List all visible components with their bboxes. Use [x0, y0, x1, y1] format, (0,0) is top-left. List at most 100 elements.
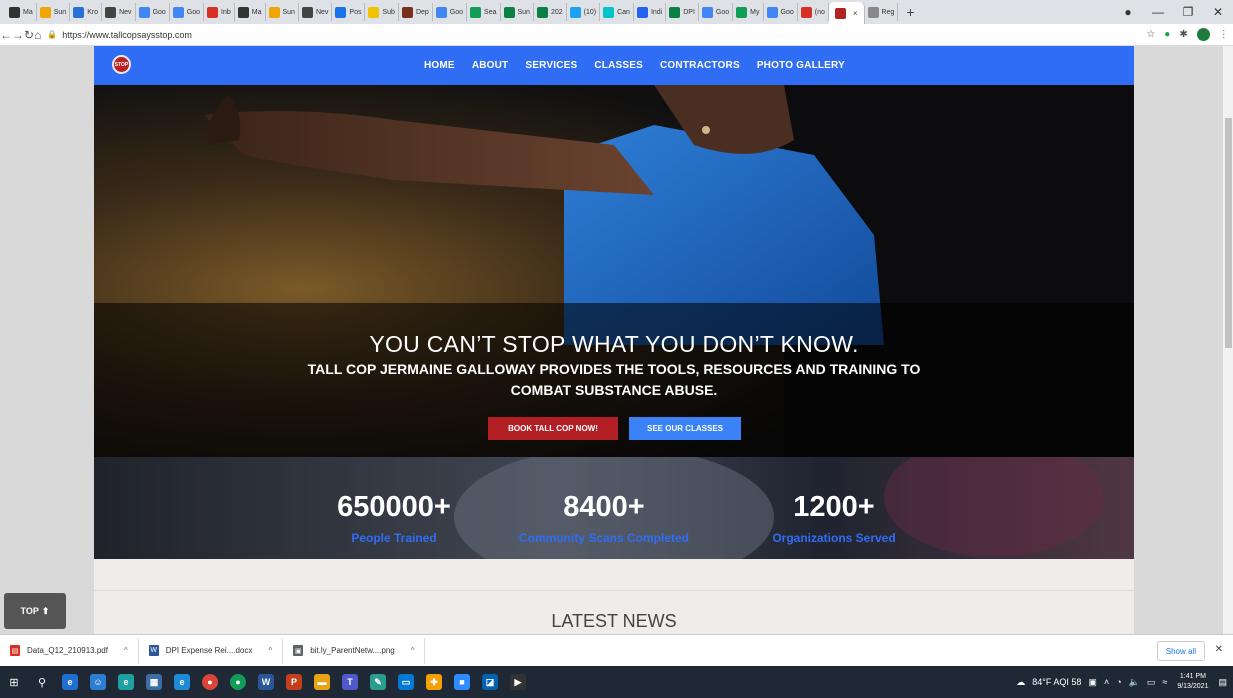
scrollbar-thumb[interactable]: [1225, 118, 1232, 348]
browser-tab-6[interactable]: Inb: [204, 3, 235, 21]
teams-icon[interactable]: T: [336, 668, 364, 696]
close-tab-icon[interactable]: ×: [853, 9, 858, 18]
nav-item-contractors[interactable]: CONTRACTORS: [660, 60, 740, 71]
browser-tab-20[interactable]: DPI: [666, 3, 699, 21]
browser-tab-12[interactable]: Dep: [399, 3, 433, 21]
browser-tab-23[interactable]: Goo: [764, 3, 798, 21]
browser-tab-18[interactable]: Can: [600, 3, 634, 21]
news-icon: [105, 6, 117, 18]
browser-tab-14[interactable]: Sea: [467, 3, 501, 21]
browser-tab-1[interactable]: Sun: [37, 3, 71, 21]
profile-avatar[interactable]: T: [1196, 28, 1210, 41]
pdf-icon: ▤: [10, 645, 20, 656]
browser-tab-9[interactable]: Nev: [299, 3, 333, 21]
chevron-up-icon[interactable]: ^: [124, 646, 128, 655]
chevron-up-icon[interactable]: ^: [411, 646, 415, 655]
minimize-icon[interactable]: —: [1143, 5, 1173, 19]
browser-tab-last[interactable]: Reg: [865, 3, 899, 21]
browser-tab-5[interactable]: Goo: [170, 3, 205, 21]
browser-tab-15[interactable]: Sun: [501, 3, 534, 21]
show-all-downloads-button[interactable]: Show all: [1156, 641, 1205, 661]
extension-icon[interactable]: ●: [1113, 5, 1143, 19]
chrome-icon[interactable]: ●: [196, 668, 224, 696]
browser-tab-24[interactable]: (no: [798, 3, 829, 21]
stat-block: 8400+ Community Scans Completed: [494, 491, 714, 545]
download-item[interactable]: ▤ Data_Q12_210913.pdf ^: [0, 637, 139, 664]
chrome-profile-icon[interactable]: ●: [224, 668, 252, 696]
edge-icon[interactable]: e: [112, 668, 140, 696]
search-icon[interactable]: ⚲: [28, 668, 56, 696]
zoom-icon[interactable]: ■: [448, 668, 476, 696]
edge-legacy-icon[interactable]: e: [56, 668, 84, 696]
download-item[interactable]: ▣ bit.ly_ParentNetw....png ^: [283, 637, 426, 664]
browser-tab-0[interactable]: Ma: [6, 3, 37, 21]
powerpoint-icon[interactable]: P: [280, 668, 308, 696]
download-item[interactable]: W DPI Expense Rei....docx ^: [139, 637, 284, 664]
tab-label: Kro: [87, 8, 99, 16]
stop-logo[interactable]: STOP: [112, 55, 131, 74]
back-to-top-button[interactable]: TOP ⬆: [4, 593, 66, 629]
tray-app-icon[interactable]: ▣: [1088, 677, 1097, 688]
close-download-bar-icon[interactable]: ✕: [1215, 644, 1223, 655]
extensions-puzzle-icon[interactable]: ✱: [1179, 29, 1187, 40]
word-icon[interactable]: W: [252, 668, 280, 696]
forward-icon[interactable]: →: [12, 28, 24, 42]
windows-start-icon[interactable]: ⊞: [0, 668, 28, 696]
weather-text[interactable]: 84°F AQI 58: [1032, 677, 1081, 687]
menu-kebab-icon[interactable]: ⋮: [1219, 29, 1229, 40]
battery-icon[interactable]: ▭: [1147, 677, 1156, 688]
restore-icon[interactable]: ❐: [1173, 5, 1203, 19]
bookmark-star-icon[interactable]: ☆: [1146, 29, 1155, 40]
address-bar[interactable]: 🔒 https://www.tallcopsaysstop.com: [47, 26, 1137, 44]
media-player-icon[interactable]: ▶: [504, 668, 532, 696]
book-tall-cop-button[interactable]: BOOK TALL COP NOW!: [488, 417, 618, 440]
browser-tab-3[interactable]: Nev: [102, 3, 136, 21]
windows-taskbar: ⊞ ⚲ e ☺ e ▦ e ● ● W P ▬ T ✎ ▭ ✚ ■ ◪ ▶ ☁ …: [0, 666, 1233, 698]
nav-item-services[interactable]: SERVICES: [525, 60, 577, 71]
network-icon[interactable]: ◔: [1116, 677, 1121, 687]
snip-tool-icon[interactable]: ✚: [420, 668, 448, 696]
browser-tab-7[interactable]: Ma: [235, 3, 266, 21]
reload-icon[interactable]: ↻: [24, 28, 34, 42]
browser-tab-11[interactable]: Sub: [365, 3, 399, 21]
extension-green-icon[interactable]: ●: [1164, 29, 1170, 40]
stat-block: 650000+ People Trained: [284, 491, 504, 545]
paint-icon[interactable]: ✎: [364, 668, 392, 696]
browser-tab-22[interactable]: My: [733, 3, 764, 21]
outlook-icon[interactable]: ▭: [392, 668, 420, 696]
stat-label: People Trained: [351, 531, 437, 545]
chevron-up-icon[interactable]: ^: [268, 646, 272, 655]
home-icon[interactable]: ⌂: [34, 28, 41, 42]
calculator-icon[interactable]: ▦: [140, 668, 168, 696]
ie-icon[interactable]: e: [168, 668, 196, 696]
see-classes-button[interactable]: SEE OUR CLASSES: [629, 417, 741, 440]
volume-icon[interactable]: 🔈: [1129, 677, 1140, 688]
taskbar-clock[interactable]: 1:41 PM 9/13/2021: [1177, 672, 1208, 692]
nav-item-photo-gallery[interactable]: PHOTO GALLERY: [757, 60, 845, 71]
photos-icon[interactable]: ◪: [476, 668, 504, 696]
new-tab-icon[interactable]: +: [906, 4, 914, 20]
browser-tab-4[interactable]: Goo: [136, 3, 170, 21]
browser-tab-21[interactable]: Goo: [699, 3, 734, 21]
weather-icon[interactable]: ☁: [1016, 677, 1025, 688]
people-app-icon[interactable]: ☺: [84, 668, 112, 696]
latest-news-heading: LATEST NEWS: [551, 611, 677, 631]
browser-tab-10[interactable]: Pos: [332, 3, 366, 21]
browser-tab-16[interactable]: 202: [534, 3, 567, 21]
browser-tab-2[interactable]: Kro: [70, 3, 103, 21]
nav-item-about[interactable]: ABOUT: [472, 60, 509, 71]
browser-tab-active[interactable]: ×: [828, 2, 865, 24]
kroger-icon: [73, 6, 85, 18]
action-center-icon[interactable]: ▤: [1218, 677, 1227, 688]
browser-tab-19[interactable]: Indi: [634, 3, 667, 21]
file-explorer-icon[interactable]: ▬: [308, 668, 336, 696]
nav-item-classes[interactable]: CLASSES: [594, 60, 643, 71]
browser-tab-13[interactable]: Goo: [433, 3, 468, 21]
back-icon[interactable]: ←: [0, 28, 12, 42]
tray-chevron-icon[interactable]: ˄: [1104, 677, 1109, 687]
nav-item-home[interactable]: HOME: [424, 60, 455, 71]
notifications-tray-icon[interactable]: ≈: [1162, 677, 1167, 687]
browser-tab-17[interactable]: (10): [567, 3, 601, 21]
browser-tab-8[interactable]: Sun: [266, 3, 299, 21]
close-window-icon[interactable]: ✕: [1203, 5, 1233, 19]
